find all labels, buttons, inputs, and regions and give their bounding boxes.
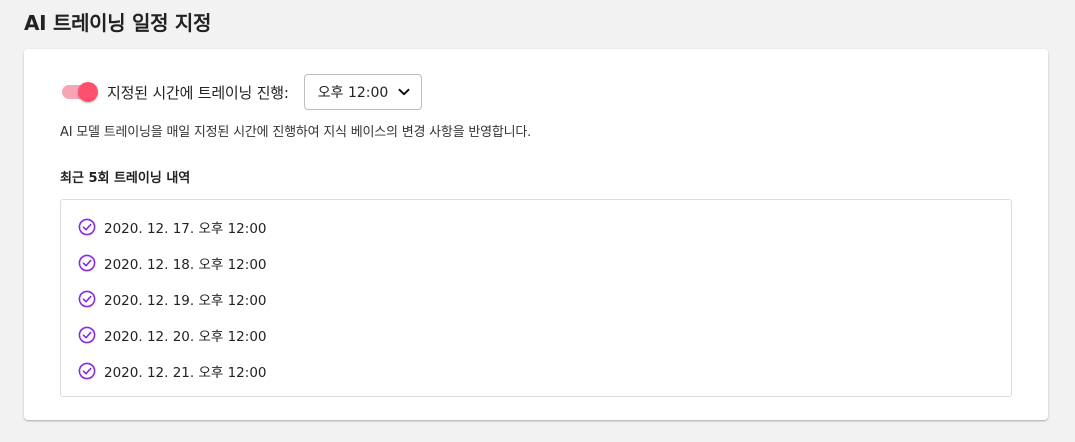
history-date: 2020. 12. 21. 오후 12:00 xyxy=(104,365,267,381)
page-title: AI 트레이닝 일정 지정 xyxy=(24,11,212,35)
check-circle-icon xyxy=(78,218,96,236)
history-date: 2020. 12. 19. 오후 12:00 xyxy=(104,293,267,309)
check-circle-icon xyxy=(78,326,96,344)
history-title: 최근 5회 트레이닝 내역 xyxy=(60,171,191,186)
history-date: 2020. 12. 17. 오후 12:00 xyxy=(104,221,267,237)
history-list: 2020. 12. 17. 오후 12:00 2020. 12. 18. 오후 … xyxy=(60,199,1012,397)
schedule-description: AI 모델 트레이닝을 매일 지정된 시간에 진행하여 지식 베이스의 변경 사… xyxy=(60,125,532,140)
history-item: 2020. 12. 19. 오후 12:00 xyxy=(61,281,1011,317)
history-date: 2020. 12. 20. 오후 12:00 xyxy=(104,329,267,345)
history-item: 2020. 12. 21. 오후 12:00 xyxy=(61,353,1011,389)
check-circle-icon xyxy=(78,362,96,380)
schedule-card: 지정된 시간에 트레이닝 진행: 오후 12:00 AI 모델 트레이닝을 매일… xyxy=(24,49,1048,420)
history-item: 2020. 12. 20. 오후 12:00 xyxy=(61,317,1011,353)
chevron-down-icon xyxy=(397,85,411,99)
toggle-thumb xyxy=(78,82,98,102)
check-circle-icon xyxy=(78,254,96,272)
history-date: 2020. 12. 18. 오후 12:00 xyxy=(104,257,267,273)
time-select-value: 오후 12:00 xyxy=(317,85,389,101)
time-select[interactable]: 오후 12:00 xyxy=(303,74,422,110)
toggle-label: 지정된 시간에 트레이닝 진행: xyxy=(107,83,289,102)
schedule-toggle[interactable] xyxy=(60,80,100,104)
history-item: 2020. 12. 17. 오후 12:00 xyxy=(61,209,1011,245)
history-item: 2020. 12. 18. 오후 12:00 xyxy=(61,245,1011,281)
schedule-row: 지정된 시간에 트레이닝 진행: 오후 12:00 xyxy=(60,73,422,111)
check-circle-icon xyxy=(78,290,96,308)
